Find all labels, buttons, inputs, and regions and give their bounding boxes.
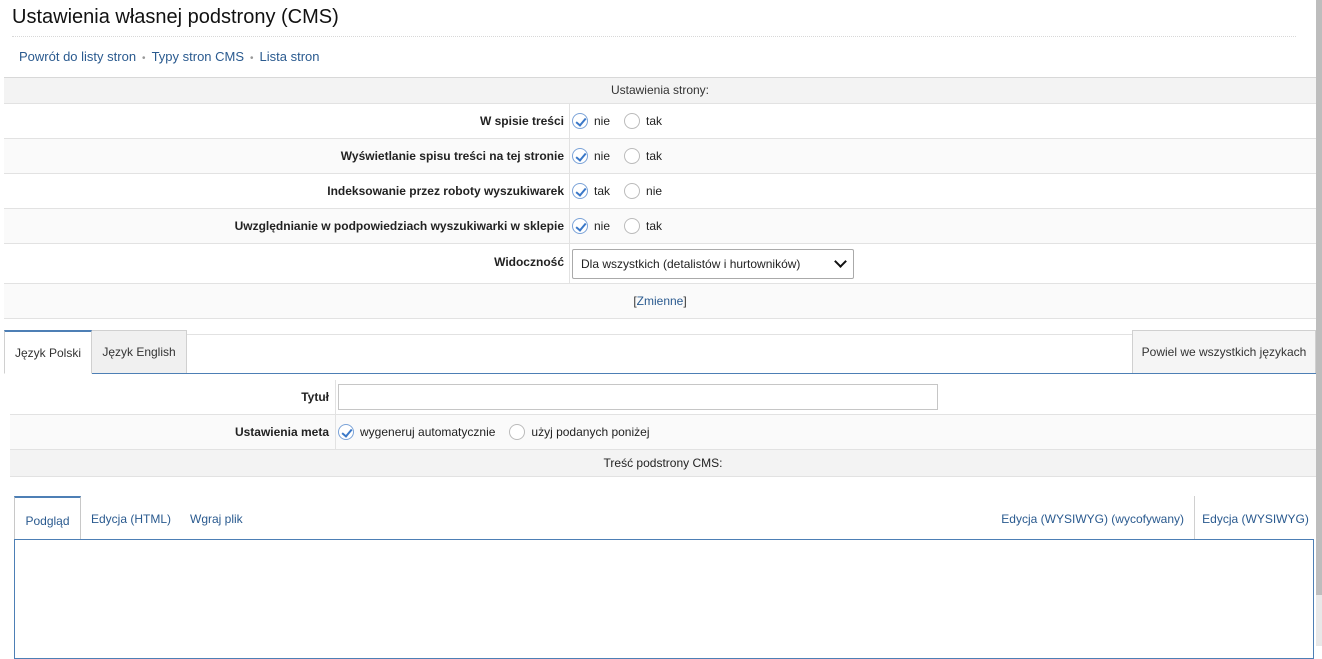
radio-checked-icon[interactable] bbox=[572, 148, 588, 164]
language-tabs: Język Polski Język English Powiel we wsz… bbox=[4, 330, 1316, 374]
radio-option-auto-generate[interactable]: wygeneruj automatycznie bbox=[338, 424, 495, 440]
setting-value: nie tak bbox=[569, 209, 1316, 243]
visibility-selected-value: Dla wszystkich (detalistów i hurtowników… bbox=[581, 256, 801, 271]
radio-option-tak[interactable]: tak bbox=[572, 183, 610, 199]
tab-upload-file[interactable]: Wgraj plik bbox=[190, 496, 243, 539]
radio-checked-icon[interactable] bbox=[338, 424, 354, 440]
radio-label: tak bbox=[646, 149, 663, 163]
cms-page-types-link[interactable]: Typy stron CMS bbox=[152, 49, 244, 64]
breadcrumb: Powrót do listy stron • Typy stron CMS • Lis… bbox=[19, 49, 320, 64]
repeat-all-languages-button[interactable]: Powiel we wszystkich językach bbox=[1132, 330, 1316, 373]
setting-label: Indeksowanie przez roboty wyszukiwarek bbox=[327, 184, 564, 198]
radio-label: tak bbox=[646, 114, 663, 128]
radio-label: wygeneruj automatycznie bbox=[360, 425, 496, 439]
visibility-select[interactable]: Dla wszystkich (detalistów i hurtowników… bbox=[572, 248, 854, 279]
variables-row: [Zmienne] bbox=[4, 284, 1316, 319]
radio-checked-icon[interactable] bbox=[572, 218, 588, 234]
tab-language-polish[interactable]: Język Polski bbox=[4, 330, 92, 374]
meta-label: Ustawienia meta bbox=[234, 425, 329, 439]
meta-value: wygeneruj automatycznie użyj podanych po… bbox=[335, 415, 1316, 449]
radio-option-nie[interactable]: nie bbox=[624, 183, 662, 199]
radio-option-tak[interactable]: tak bbox=[624, 113, 662, 129]
radio-option-nie[interactable]: nie bbox=[572, 113, 610, 129]
setting-row-toc-display: Wyświetlanie spisu treści na tej stronie… bbox=[4, 139, 1316, 174]
tab-wysiwyg-deprecated[interactable]: Edycja (WYSIWYG) (wycofywany) bbox=[1001, 496, 1194, 539]
radio-checked-icon[interactable] bbox=[572, 183, 588, 199]
content-gap bbox=[10, 477, 1316, 497]
setting-label: Wyświetlanie spisu treści na tej stronie bbox=[4, 139, 569, 173]
radio-unchecked-icon[interactable] bbox=[624, 113, 641, 129]
radio-unchecked-icon[interactable] bbox=[624, 183, 641, 199]
radio-label: nie bbox=[646, 184, 663, 198]
radio-option-nie[interactable]: nie bbox=[572, 148, 610, 164]
content-header: Treść podstrony CMS: bbox=[10, 450, 1316, 477]
setting-label: W spisie treści bbox=[479, 114, 564, 128]
chevron-down-icon bbox=[834, 255, 847, 268]
radio-group: nie tak bbox=[572, 218, 676, 234]
setting-label: Uwzględnianie w podpowiedziach wyszukiwa… bbox=[4, 209, 569, 243]
radio-option-nie[interactable]: nie bbox=[572, 218, 610, 234]
radio-label: nie bbox=[594, 149, 611, 163]
title-value bbox=[335, 380, 1316, 414]
radio-label: tak bbox=[646, 219, 663, 233]
variables-link[interactable]: Zmienne bbox=[637, 294, 684, 308]
radio-unchecked-icon[interactable] bbox=[509, 424, 526, 440]
editor-tabs: Podgląd Edycja (HTML) Wgraj plik Edycja … bbox=[14, 496, 1316, 540]
radio-group: tak nie bbox=[572, 183, 676, 199]
page-title: Ustawienia własnej podstrony (CMS) bbox=[12, 6, 339, 28]
radio-option-tak[interactable]: tak bbox=[624, 218, 662, 234]
setting-value: tak nie bbox=[569, 174, 1316, 208]
title-row: Tytuł bbox=[10, 380, 1316, 415]
title-label: Tytuł bbox=[301, 390, 329, 404]
radio-checked-icon[interactable] bbox=[572, 113, 588, 129]
radio-unchecked-icon[interactable] bbox=[624, 148, 641, 164]
radio-option-use-below[interactable]: użyj podanych poniżej bbox=[509, 424, 649, 440]
language-panel: Tytuł Ustawienia meta wygeneruj automaty… bbox=[10, 380, 1316, 497]
back-to-list-link[interactable]: Powrót do listy stron bbox=[19, 49, 136, 64]
setting-row-visibility: Widoczność Dla wszystkich (detalistów i … bbox=[4, 244, 1316, 284]
radio-option-tak[interactable]: tak bbox=[624, 148, 662, 164]
breadcrumb-separator: • bbox=[142, 53, 146, 64]
radio-label: tak bbox=[594, 184, 611, 198]
radio-unchecked-icon[interactable] bbox=[624, 218, 641, 234]
setting-row-search-suggestions: Uwzględnianie w podpowiedziach wyszukiwa… bbox=[4, 209, 1316, 244]
setting-row-indexing: Indeksowanie przez roboty wyszukiwarek t… bbox=[4, 174, 1316, 209]
setting-label: Widoczność bbox=[494, 255, 564, 269]
bracket-close: ] bbox=[683, 294, 687, 308]
radio-label: nie bbox=[594, 114, 611, 128]
editor-preview-area[interactable] bbox=[14, 539, 1314, 659]
radio-group: nie tak bbox=[572, 148, 676, 164]
radio-group: wygeneruj automatycznie użyj podanych po… bbox=[338, 424, 663, 440]
page-settings-table: Ustawienia strony: W spisie treści nie t… bbox=[4, 77, 1316, 335]
tab-preview[interactable]: Podgląd bbox=[14, 496, 81, 540]
setting-value: Dla wszystkich (detalistów i hurtowników… bbox=[569, 244, 1316, 283]
setting-value: nie tak bbox=[569, 139, 1316, 173]
title-divider bbox=[12, 36, 1296, 37]
tab-edit-html[interactable]: Edycja (HTML) bbox=[91, 496, 171, 539]
tab-wysiwyg[interactable]: Edycja (WYSIWYG) bbox=[1194, 496, 1316, 539]
meta-row: Ustawienia meta wygeneruj automatycznie … bbox=[10, 415, 1316, 450]
setting-row-toc: W spisie treści nie tak bbox=[4, 104, 1316, 139]
radio-group: nie tak bbox=[572, 113, 676, 129]
radio-label: użyj podanych poniżej bbox=[531, 425, 650, 439]
title-input[interactable] bbox=[338, 384, 938, 410]
settings-header: Ustawienia strony: bbox=[4, 78, 1316, 104]
radio-label: nie bbox=[594, 219, 611, 233]
scrollbar-thumb[interactable] bbox=[1316, 0, 1322, 595]
setting-value: nie tak bbox=[569, 104, 1316, 138]
breadcrumb-separator: • bbox=[250, 53, 254, 64]
page-list-link[interactable]: Lista stron bbox=[260, 49, 320, 64]
tab-language-english[interactable]: Język English bbox=[92, 330, 187, 373]
